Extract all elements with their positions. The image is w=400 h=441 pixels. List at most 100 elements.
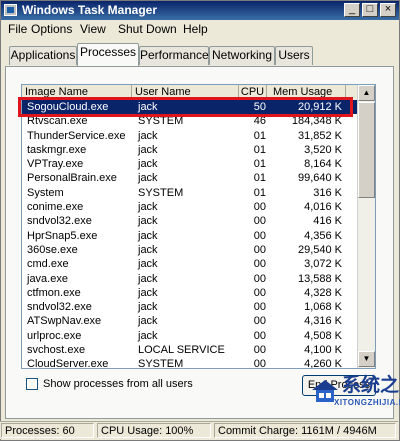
process-mem-usage: 4,100 K bbox=[304, 344, 342, 357]
table-row[interactable]: HprSnap5.exe jack 00 4,356 K bbox=[22, 229, 357, 243]
table-row[interactable]: sndvol32.exe jack 00 1,068 K bbox=[22, 300, 357, 314]
process-user-name: jack bbox=[138, 315, 158, 328]
process-image-name: PersonalBrain.exe bbox=[27, 172, 117, 185]
process-mem-usage: 13,588 K bbox=[297, 272, 342, 285]
table-row[interactable]: CloudServer.exe SYSTEM 00 4,260 K bbox=[22, 357, 357, 369]
table-row[interactable]: urlproc.exe jack 00 4,508 K bbox=[22, 329, 357, 343]
process-cpu: 00 bbox=[253, 358, 266, 369]
menu-shut-down[interactable]: Shut Down bbox=[118, 23, 177, 36]
menu-view[interactable]: View bbox=[80, 23, 106, 36]
process-cpu: 00 bbox=[253, 344, 266, 357]
process-cpu: 01 bbox=[253, 186, 266, 199]
process-user-name: jack bbox=[138, 229, 158, 242]
status-cpu-usage: CPU Usage: 100% bbox=[97, 423, 211, 438]
scroll-thumb[interactable] bbox=[358, 102, 375, 198]
process-list[interactable]: Image Name User Name CPU Mem Usage Sogou… bbox=[21, 84, 376, 369]
process-cpu: 00 bbox=[253, 201, 266, 214]
process-user-name: jack bbox=[138, 272, 158, 285]
tab-performance[interactable]: Performance bbox=[139, 46, 209, 65]
process-user-name: jack bbox=[138, 172, 158, 185]
table-row[interactable]: ctfmon.exe jack 00 4,328 K bbox=[22, 286, 357, 300]
table-row[interactable]: cmd.exe jack 00 3,072 K bbox=[22, 257, 357, 271]
menu-help[interactable]: Help bbox=[183, 23, 208, 36]
scroll-up-arrow-icon[interactable]: ▲ bbox=[358, 85, 375, 101]
process-mem-usage: 416 K bbox=[313, 215, 342, 228]
tab-networking[interactable]: Networking bbox=[209, 46, 275, 65]
process-mem-usage: 4,016 K bbox=[304, 201, 342, 214]
process-image-name: VPTray.exe bbox=[27, 158, 84, 171]
tab-applications[interactable]: Applications bbox=[9, 46, 77, 65]
process-user-name: SYSTEM bbox=[138, 358, 184, 369]
process-cpu: 00 bbox=[253, 258, 266, 271]
status-commit-charge: Commit Charge: 1161M / 4946M bbox=[214, 423, 396, 438]
minimize-button[interactable]: _ bbox=[344, 3, 360, 17]
process-image-name: sndvol32.exe bbox=[27, 301, 92, 314]
process-mem-usage: 4,356 K bbox=[304, 229, 342, 242]
table-row[interactable]: taskmgr.exe jack 01 3,520 K bbox=[22, 143, 357, 157]
process-cpu: 00 bbox=[253, 215, 266, 228]
process-cpu: 01 bbox=[253, 158, 266, 171]
process-user-name: jack bbox=[138, 215, 158, 228]
vertical-scrollbar[interactable]: ▲ ▼ bbox=[357, 85, 375, 368]
process-mem-usage: 4,508 K bbox=[304, 329, 342, 342]
process-user-name: jack bbox=[138, 143, 158, 156]
process-cpu: 00 bbox=[253, 286, 266, 299]
show-all-processes-label: Show processes from all users bbox=[43, 378, 193, 390]
process-image-name: java.exe bbox=[27, 272, 68, 285]
table-row[interactable]: ATSwpNav.exe jack 00 4,316 K bbox=[22, 314, 357, 328]
process-mem-usage: 1,068 K bbox=[304, 301, 342, 314]
show-all-processes-checkbox[interactable] bbox=[26, 378, 38, 390]
close-button[interactable]: × bbox=[380, 3, 396, 17]
process-image-name: taskmgr.exe bbox=[27, 143, 87, 156]
process-cpu: 00 bbox=[253, 229, 266, 242]
process-user-name: jack bbox=[138, 158, 158, 171]
process-user-name: jack bbox=[138, 329, 158, 342]
table-row[interactable]: conime.exe jack 00 4,016 K bbox=[22, 200, 357, 214]
window-title: Windows Task Manager bbox=[22, 3, 158, 17]
menu-options[interactable]: Options bbox=[31, 23, 72, 36]
scroll-down-arrow-icon[interactable]: ▼ bbox=[358, 351, 375, 367]
process-user-name: jack bbox=[138, 243, 158, 256]
table-row[interactable]: sndvol32.exe jack 00 416 K bbox=[22, 214, 357, 228]
process-mem-usage: 3,520 K bbox=[304, 143, 342, 156]
table-row[interactable]: 360se.exe jack 00 29,540 K bbox=[22, 243, 357, 257]
process-image-name: sndvol32.exe bbox=[27, 215, 92, 228]
process-user-name: jack bbox=[138, 301, 158, 314]
process-image-name: 360se.exe bbox=[27, 243, 78, 256]
process-image-name: ctfmon.exe bbox=[27, 286, 81, 299]
process-user-name: jack bbox=[138, 201, 158, 214]
table-row[interactable]: PersonalBrain.exe jack 01 99,640 K bbox=[22, 171, 357, 185]
table-row[interactable]: svchost.exe LOCAL SERVICE 00 4,100 K bbox=[22, 343, 357, 357]
process-image-name: CloudServer.exe bbox=[27, 358, 109, 369]
status-process-count: Processes: 60 bbox=[1, 423, 94, 438]
maximize-button[interactable]: □ bbox=[362, 3, 378, 17]
process-user-name: jack bbox=[138, 258, 158, 271]
process-mem-usage: 29,540 K bbox=[297, 243, 342, 256]
status-bar: Processes: 60 CPU Usage: 100% Commit Cha… bbox=[0, 421, 398, 439]
process-mem-usage: 99,640 K bbox=[297, 172, 342, 185]
table-row[interactable]: System SYSTEM 01 316 K bbox=[22, 186, 357, 200]
tab-processes[interactable]: Processes bbox=[77, 43, 139, 66]
process-cpu: 00 bbox=[253, 315, 266, 328]
table-row[interactable]: ThunderService.exe jack 01 31,852 K bbox=[22, 129, 357, 143]
process-cpu: 01 bbox=[253, 129, 266, 142]
process-mem-usage: 4,316 K bbox=[304, 315, 342, 328]
process-mem-usage: 4,328 K bbox=[304, 286, 342, 299]
menu-file[interactable]: File bbox=[8, 23, 27, 36]
process-mem-usage: 8,164 K bbox=[304, 158, 342, 171]
table-row[interactable]: java.exe jack 00 13,588 K bbox=[22, 272, 357, 286]
process-cpu: 00 bbox=[253, 301, 266, 314]
tab-strip: Applications Processes Performance Netwo… bbox=[1, 39, 399, 67]
tab-users[interactable]: Users bbox=[275, 46, 313, 65]
task-manager-icon bbox=[4, 4, 17, 16]
title-bar[interactable]: Windows Task Manager _ □ × bbox=[1, 1, 399, 20]
process-mem-usage: 4,260 K bbox=[304, 358, 342, 369]
process-rows: SogouCloud.exe jack 50 20,912 K Rtvscan.exe S… bbox=[22, 100, 357, 369]
process-mem-usage: 3,072 K bbox=[304, 258, 342, 271]
process-user-name: SYSTEM bbox=[138, 186, 184, 199]
process-image-name: System bbox=[27, 186, 64, 199]
process-cpu: 00 bbox=[253, 329, 266, 342]
table-row[interactable]: VPTray.exe jack 01 8,164 K bbox=[22, 157, 357, 171]
process-image-name: svchost.exe bbox=[27, 344, 86, 357]
process-mem-usage: 316 K bbox=[313, 186, 342, 199]
